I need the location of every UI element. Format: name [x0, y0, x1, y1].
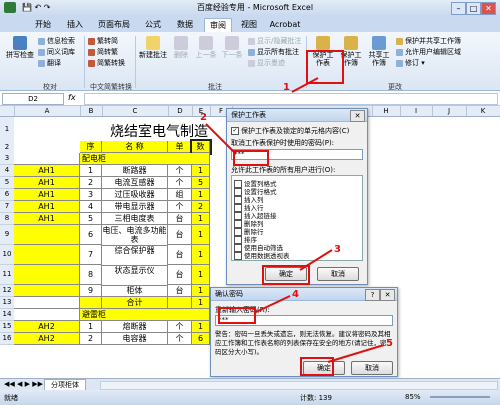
- step-number: 4: [292, 289, 299, 300]
- sheet-nav-icons[interactable]: ◀◀ ◀ ▶ ▶▶: [4, 380, 43, 388]
- zoom-level[interactable]: 85%: [405, 393, 421, 401]
- step-number: 1: [283, 82, 290, 93]
- annotation-arrows: [205, 77, 385, 363]
- step-number: 3: [334, 244, 341, 255]
- step-number: 2: [200, 112, 207, 123]
- zoom-slider[interactable]: [430, 396, 490, 398]
- status-count: 计数: 139: [300, 394, 332, 402]
- step-number: 5: [386, 338, 393, 349]
- status-ready: 就绪: [4, 394, 18, 402]
- horizontal-scrollbar[interactable]: [100, 381, 498, 390]
- status-bar: 就绪 计数: 139 85%: [0, 390, 500, 405]
